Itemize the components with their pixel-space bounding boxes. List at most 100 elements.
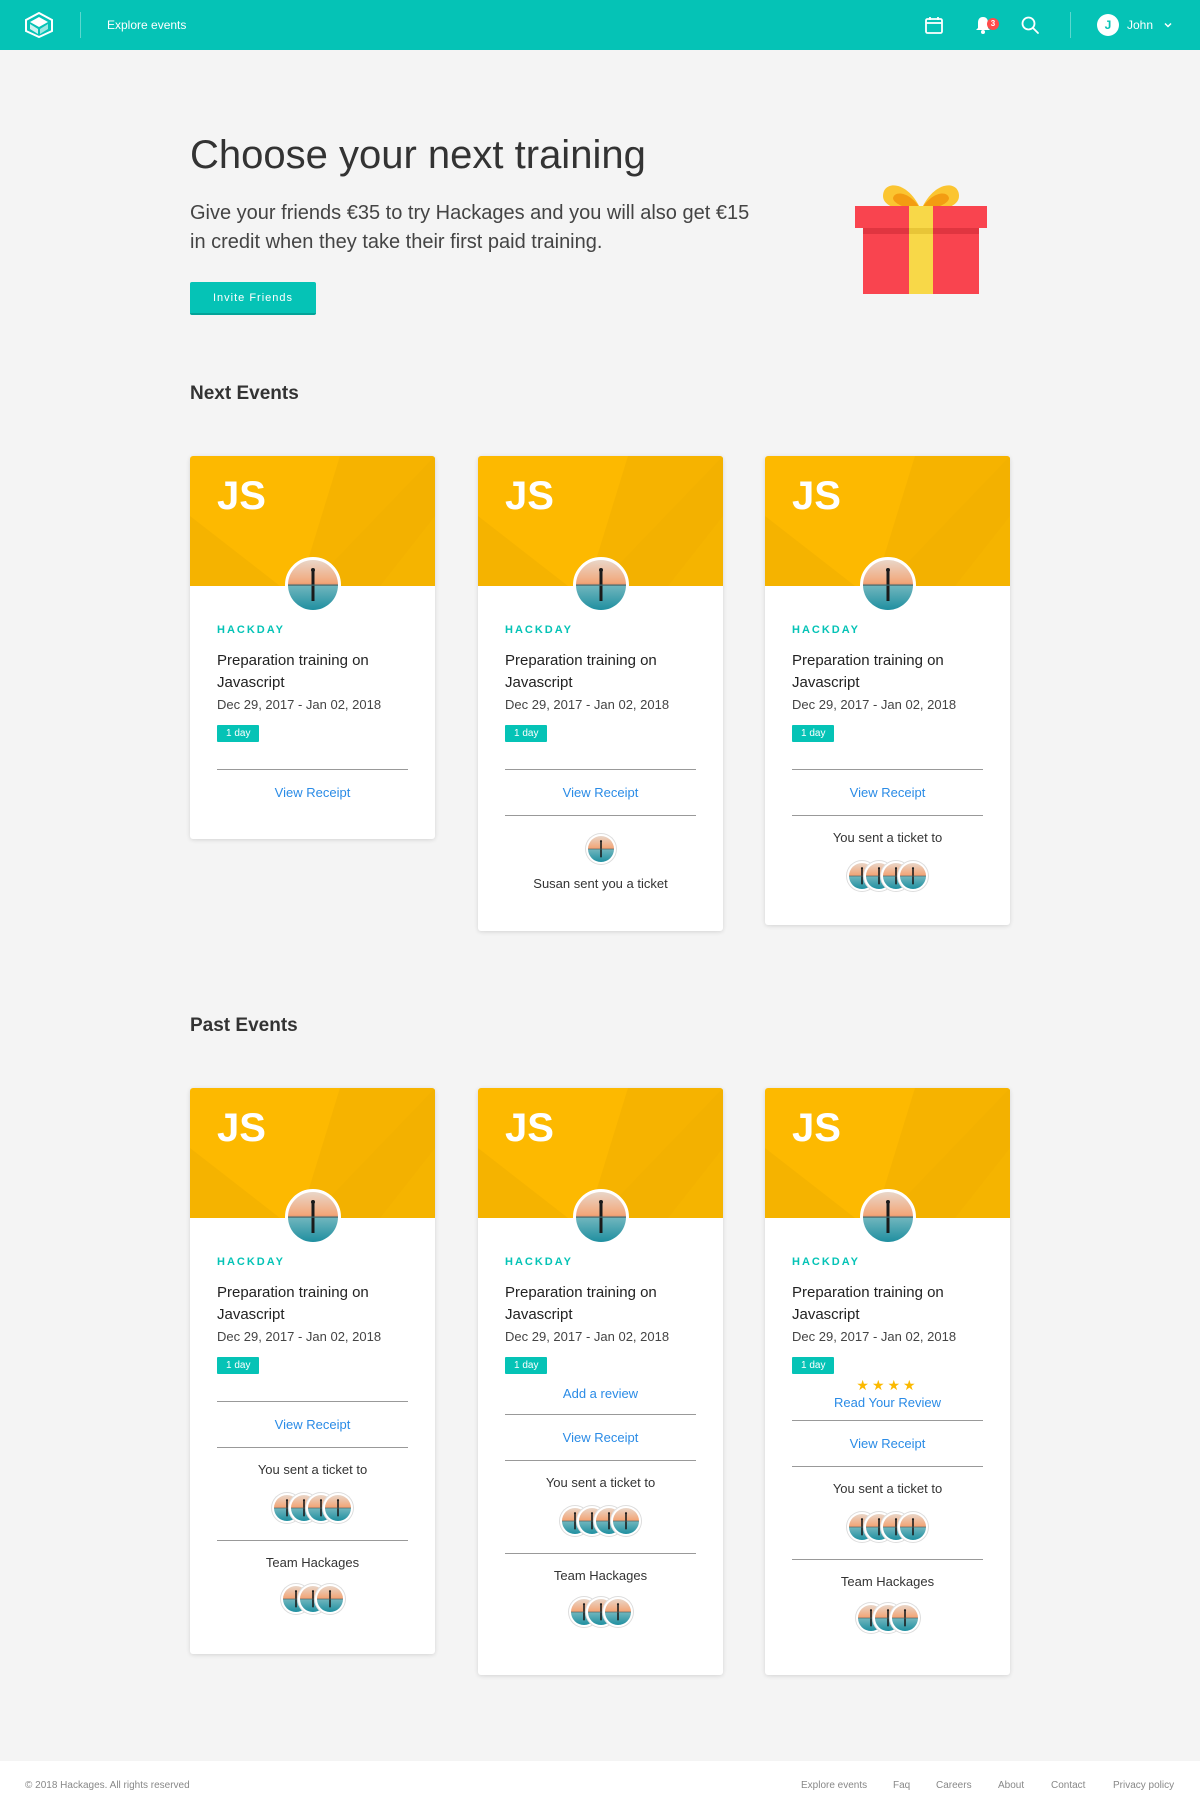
copyright-text: © 2018 Hackages. All rights reserved — [25, 1780, 190, 1791]
team-member-avatar[interactable] — [889, 1603, 920, 1633]
event-avatar — [285, 1189, 341, 1245]
duration-badge: 1 day — [792, 1357, 835, 1374]
footer-link-contact[interactable]: Contact — [1051, 1780, 1085, 1791]
recipient-avatar[interactable] — [898, 861, 928, 891]
js-banner-label: JS — [217, 1106, 266, 1150]
team-avatars — [792, 1603, 983, 1633]
card-divider — [217, 769, 408, 770]
duration-badge: 1 day — [505, 1357, 548, 1374]
ticket-recipient-avatars — [792, 1512, 983, 1542]
read-review-link[interactable]: Read Your Review — [792, 1395, 983, 1410]
event-card[interactable]: JS HACKDAY Preparation training on Javas… — [190, 456, 435, 839]
event-avatar — [573, 557, 629, 613]
event-avatar — [573, 1189, 629, 1245]
footer-link-explore-events[interactable]: Explore events — [801, 1780, 867, 1791]
sender-avatar[interactable] — [585, 834, 616, 864]
team-member-avatar[interactable] — [314, 1584, 345, 1614]
view-receipt-link[interactable]: View Receipt — [792, 785, 983, 800]
chevron-down-icon[interactable] — [1163, 20, 1173, 30]
next-events-heading: Next Events — [190, 383, 299, 404]
referral-description: Give your friends €35 to try Hackages an… — [190, 202, 750, 253]
view-receipt-link[interactable]: View Receipt — [505, 785, 696, 800]
sent-ticket-text: You sent a ticket to — [832, 830, 943, 845]
footer-link-careers[interactable]: Careers — [936, 1780, 972, 1791]
sent-ticket-text: You sent a ticket to — [257, 1462, 368, 1477]
event-card[interactable]: JS HACKDAY Preparation training on Javas… — [765, 456, 1010, 925]
top-navigation-bar: Explore events 3 J John — [0, 0, 1200, 50]
event-title[interactable]: Preparation training on Javascript — [792, 1282, 983, 1326]
view-receipt-link[interactable]: View Receipt — [792, 1436, 983, 1451]
team-member-avatar[interactable] — [602, 1597, 633, 1627]
duration-badge: 1 day — [217, 725, 260, 742]
team-avatars — [217, 1584, 408, 1614]
event-title[interactable]: Preparation training on Javascript — [505, 1282, 696, 1326]
user-avatar[interactable]: J — [1097, 14, 1119, 36]
event-card[interactable]: JS HACKDAY Preparation training on Javas… — [478, 1088, 723, 1675]
ticket-recipient-avatars — [217, 1493, 408, 1523]
event-title[interactable]: Preparation training on Javascript — [217, 1282, 408, 1326]
recipient-avatar[interactable] — [323, 1493, 353, 1523]
card-divider — [217, 1540, 408, 1541]
past-events-heading: Past Events — [190, 1015, 298, 1036]
event-card[interactable]: JS HACKDAY Preparation training on Javas… — [190, 1088, 435, 1654]
explore-events-link[interactable]: Explore events — [107, 18, 186, 32]
js-banner-label: JS — [505, 474, 554, 518]
ticket-recipient-avatars — [505, 1506, 696, 1536]
event-dates: Dec 29, 2017 - Jan 02, 2018 — [792, 1329, 957, 1344]
js-banner-label: JS — [217, 474, 266, 518]
card-divider — [792, 769, 983, 770]
view-receipt-link[interactable]: View Receipt — [505, 1430, 696, 1445]
gift-illustration — [855, 185, 987, 294]
notification-count-badge: 3 — [987, 18, 999, 30]
sent-ticket-text: You sent a ticket to — [832, 1481, 943, 1496]
rating-stars: ★★★★ — [856, 1377, 919, 1393]
event-card[interactable]: JS HACKDAY Preparation training on Javas… — [478, 456, 723, 931]
event-title[interactable]: Preparation training on Javascript — [505, 650, 696, 694]
footer-link-about[interactable]: About — [998, 1780, 1024, 1791]
team-label: Team Hackages — [840, 1574, 935, 1589]
event-title[interactable]: Preparation training on Javascript — [217, 650, 408, 694]
card-divider — [505, 769, 696, 770]
hackages-logo-icon[interactable] — [24, 12, 54, 38]
card-divider — [217, 1447, 408, 1448]
sent-ticket-text: You sent a ticket to — [545, 1475, 656, 1490]
view-receipt-link[interactable]: View Receipt — [217, 1417, 408, 1432]
card-divider — [792, 1466, 983, 1467]
team-avatars — [505, 1597, 696, 1627]
js-banner-label: JS — [792, 474, 841, 518]
card-divider — [792, 815, 983, 816]
event-type-tag: HACKDAY — [792, 624, 860, 636]
recipient-avatar[interactable] — [611, 1506, 641, 1536]
event-card[interactable]: JS HACKDAY Preparation training on Javas… — [765, 1088, 1010, 1675]
event-dates: Dec 29, 2017 - Jan 02, 2018 — [505, 1329, 670, 1344]
duration-badge: 1 day — [217, 1357, 260, 1374]
card-divider — [505, 1460, 696, 1461]
duration-badge: 1 day — [792, 725, 835, 742]
event-title[interactable]: Preparation training on Javascript — [792, 650, 983, 694]
js-banner-label: JS — [505, 1106, 554, 1150]
event-type-tag: HACKDAY — [217, 624, 285, 636]
event-avatar — [860, 557, 916, 613]
event-dates: Dec 29, 2017 - Jan 02, 2018 — [505, 697, 670, 712]
card-divider — [505, 1414, 696, 1415]
user-name[interactable]: John — [1127, 18, 1153, 32]
view-receipt-link[interactable]: View Receipt — [217, 785, 408, 800]
page-title: Choose your next training — [190, 133, 646, 177]
footer-link-privacy-policy[interactable]: Privacy policy — [1113, 1780, 1174, 1791]
event-type-tag: HACKDAY — [505, 1256, 573, 1268]
search-icon[interactable] — [1019, 14, 1041, 36]
footer-link-faq[interactable]: Faq — [893, 1780, 910, 1791]
add-review-link[interactable]: Add a review — [505, 1386, 696, 1401]
card-divider — [217, 1401, 408, 1402]
footer: © 2018 Hackages. All rights reserved Exp… — [0, 1761, 1200, 1811]
ticket-sender-avatars — [505, 834, 696, 864]
recipient-avatar[interactable] — [898, 1512, 928, 1542]
team-label: Team Hackages — [553, 1568, 648, 1583]
calendar-icon[interactable] — [923, 14, 945, 36]
js-banner-label: JS — [792, 1106, 841, 1150]
card-divider — [505, 1553, 696, 1554]
event-type-tag: HACKDAY — [505, 624, 573, 636]
invite-friends-button[interactable]: Invite Friends — [190, 282, 316, 315]
event-type-tag: HACKDAY — [792, 1256, 860, 1268]
received-ticket-text: Susan sent you a ticket — [533, 876, 668, 891]
